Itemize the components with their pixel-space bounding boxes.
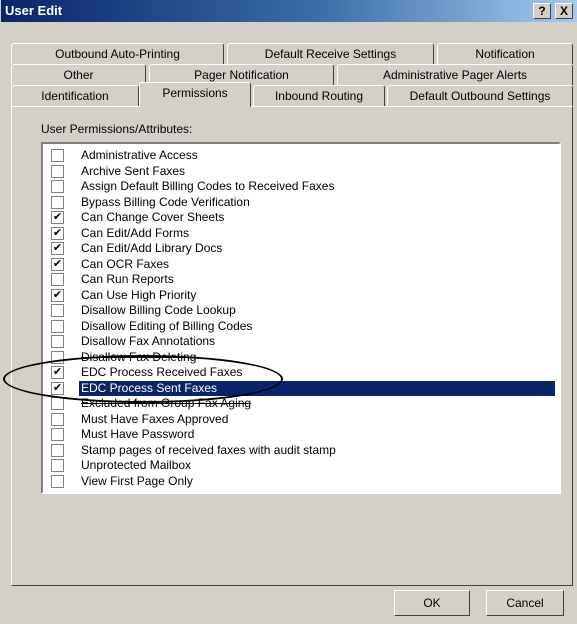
checkbox[interactable]: ✔ (51, 242, 64, 255)
checkbox[interactable] (51, 273, 64, 286)
permissions-group-label: User Permissions/Attributes: (41, 122, 193, 136)
checkbox[interactable]: ✔ (51, 366, 64, 379)
checkbox[interactable] (51, 444, 64, 457)
window-title: User Edit (5, 3, 63, 18)
tab-other[interactable]: Other (11, 64, 146, 85)
checkbox[interactable] (51, 335, 64, 348)
permission-label: Bypass Billing Code Verification (81, 195, 250, 209)
checkbox[interactable] (51, 351, 64, 364)
permission-label: Disallow Billing Code Lookup (81, 303, 236, 317)
permission-label: Assign Default Billing Codes to Received… (81, 179, 335, 193)
permission-item[interactable]: Unprotected Mailbox (51, 458, 557, 473)
permission-item[interactable]: Excluded from Group Fax Aging (51, 396, 557, 411)
permission-item[interactable]: ✔ EDC Process Sent Faxes (51, 381, 557, 396)
permission-label: Can Change Cover Sheets (81, 210, 225, 224)
permission-label: Must Have Faxes Approved (81, 412, 229, 426)
tab-notification[interactable]: Notification (437, 43, 573, 64)
checkbox[interactable] (51, 196, 64, 209)
tab-row-1: Outbound Auto-Printing Default Receive S… (11, 43, 573, 65)
user-edit-dialog: User Edit ? X Outbound Auto-Printing Def… (0, 0, 577, 624)
checkbox[interactable]: ✔ (51, 289, 64, 302)
checkbox[interactable]: ✔ (51, 382, 64, 395)
checkbox[interactable] (51, 397, 64, 410)
permission-label: Can Run Reports (81, 272, 174, 286)
tab-inbound-routing[interactable]: Inbound Routing (253, 85, 385, 106)
permission-item[interactable]: ✔ Can Edit/Add Library Docs (51, 241, 557, 256)
permission-label: Must Have Password (81, 427, 195, 441)
permissions-list[interactable]: Administrative Access Archive Sent Faxes… (41, 142, 561, 494)
checkbox[interactable] (51, 165, 64, 178)
cancel-button[interactable]: Cancel (486, 590, 564, 616)
tab-default-outbound-settings[interactable]: Default Outbound Settings (387, 85, 573, 106)
permission-item[interactable]: Must Have Password (51, 427, 557, 442)
permission-label: Can Use High Priority (81, 288, 197, 302)
checkbox[interactable]: ✔ (51, 227, 64, 240)
permission-item[interactable]: ✔ Can Change Cover Sheets (51, 210, 557, 225)
permission-label: View First Page Only (81, 474, 193, 488)
checkbox[interactable] (51, 475, 64, 488)
permission-item[interactable]: Administrative Access (51, 148, 557, 163)
permission-label: EDC Process Received Faxes (81, 365, 243, 379)
permission-item[interactable]: Disallow Billing Code Lookup (51, 303, 557, 318)
permission-label: Can OCR Faxes (81, 257, 170, 271)
help-button[interactable]: ? (533, 3, 551, 19)
checkbox[interactable] (51, 180, 64, 193)
tab-identification[interactable]: Identification (11, 85, 139, 106)
tab-outbound-auto-printing[interactable]: Outbound Auto-Printing (11, 43, 224, 64)
permission-label: Disallow Fax Annotations (81, 334, 216, 348)
permission-item[interactable]: Disallow Editing of Billing Codes (51, 319, 557, 334)
tab-row-3: Identification Permissions Inbound Routi… (11, 82, 573, 107)
permission-item[interactable]: ✔ Can Edit/Add Forms (51, 226, 557, 241)
permission-label: Administrative Access (81, 148, 198, 162)
permission-item[interactable]: Stamp pages of received faxes with audit… (51, 443, 557, 458)
tab-row-2: Other Pager Notification Administrative … (11, 64, 573, 86)
permission-label: Disallow Editing of Billing Codes (81, 319, 253, 333)
permission-label: EDC Process Sent Faxes (79, 381, 555, 396)
permission-item[interactable]: ✔ EDC Process Received Faxes (51, 365, 557, 380)
permission-item[interactable]: Assign Default Billing Codes to Received… (51, 179, 557, 194)
tab-permissions[interactable]: Permissions (139, 82, 251, 107)
checkbox[interactable]: ✔ (51, 258, 64, 271)
checkbox[interactable] (51, 459, 64, 472)
tab-default-receive-settings[interactable]: Default Receive Settings (227, 43, 434, 64)
permission-item[interactable]: Can Run Reports (51, 272, 557, 287)
permission-label: Excluded from Group Fax Aging (81, 396, 252, 410)
permission-item[interactable]: ✔ Can OCR Faxes (51, 257, 557, 272)
tab-administrative-pager-alerts[interactable]: Administrative Pager Alerts (337, 64, 573, 85)
title-bar[interactable]: User Edit ? X (1, 0, 577, 22)
permission-item[interactable]: Bypass Billing Code Verification (51, 195, 557, 210)
checkbox[interactable] (51, 428, 64, 441)
permission-item[interactable]: View First Page Only (51, 474, 557, 489)
permission-label: Disallow Fax Deleting (81, 350, 197, 364)
ok-button[interactable]: OK (394, 590, 470, 616)
permission-label: Unprotected Mailbox (81, 458, 192, 472)
permission-item[interactable]: Disallow Fax Deleting (51, 350, 557, 365)
close-button[interactable]: X (555, 3, 573, 19)
checkbox[interactable] (51, 304, 64, 317)
checkbox[interactable] (51, 320, 64, 333)
permission-label: Can Edit/Add Library Docs (81, 241, 223, 255)
checkbox[interactable] (51, 413, 64, 426)
permission-item[interactable]: Disallow Fax Annotations (51, 334, 557, 349)
permission-label: Can Edit/Add Forms (81, 226, 190, 240)
permission-item[interactable]: ✔ Can Use High Priority (51, 288, 557, 303)
checkbox[interactable]: ✔ (51, 211, 64, 224)
permission-label: Stamp pages of received faxes with audit… (81, 443, 336, 457)
permission-item[interactable]: Must Have Faxes Approved (51, 412, 557, 427)
checkbox[interactable] (51, 149, 64, 162)
permission-label: Archive Sent Faxes (81, 164, 186, 178)
permission-item[interactable]: Archive Sent Faxes (51, 164, 557, 179)
